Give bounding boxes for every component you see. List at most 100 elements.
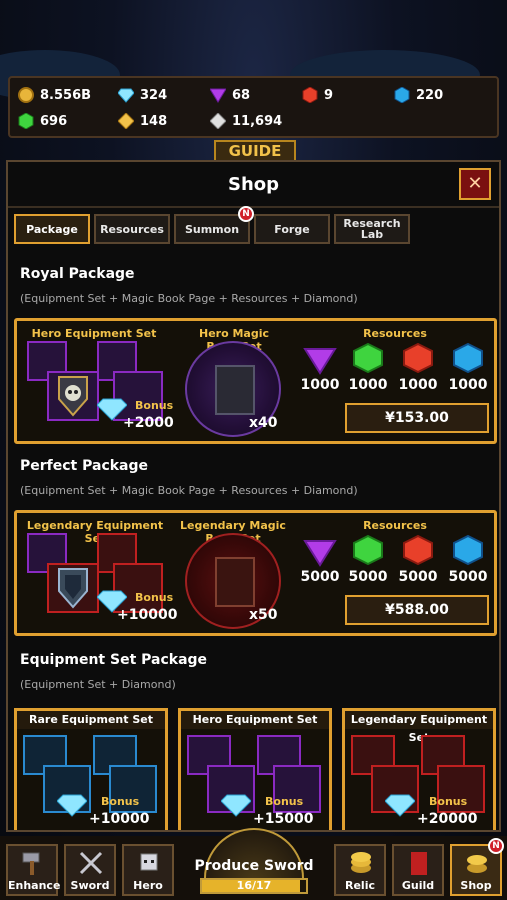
rare-equipment-label: Rare Equipment Set — [17, 711, 165, 729]
nav-shop-label: Shop — [460, 879, 492, 892]
green-gem-icon — [351, 342, 385, 374]
resource-row-2: 696 148 11,694 — [18, 108, 489, 134]
purple-gem-icon — [303, 345, 337, 375]
royal-equip-label: Hero Equipment Set — [31, 327, 157, 340]
diamond-icon — [56, 793, 88, 821]
silver-gem-icon — [209, 112, 227, 130]
legendary-bonus-label: Bonus — [429, 795, 468, 808]
crossed-swords-icon — [79, 851, 103, 875]
produce-progress-bar: 16/17 — [200, 878, 308, 894]
gold-value: 8.556B — [40, 87, 92, 103]
rare-bonus-label: Bonus — [101, 795, 140, 808]
perfect-green-amount: 5000 — [348, 569, 388, 585]
red-gem-icon — [401, 534, 435, 566]
perfect-purple-amount: 5000 — [300, 569, 340, 585]
tab-package[interactable]: Package — [14, 214, 90, 244]
shop-coins-icon — [467, 855, 487, 873]
yellow-gem-counter: 148 — [117, 112, 210, 130]
resource-bar: 8.556B 324 68 9 220 696 148 11,694 — [8, 76, 499, 138]
produce-sword-button[interactable]: Produce Sword 16/17 — [190, 828, 318, 900]
perfect-package-subtitle: (Equipment Set + Magic Book Page + Resou… — [20, 484, 358, 497]
perfect-price-button[interactable]: ¥588.00 — [345, 595, 489, 625]
close-button[interactable]: ✕ — [459, 168, 491, 200]
royal-red-amount: 1000 — [398, 377, 438, 393]
rare-equipment-card[interactable]: Rare Equipment Set Bonus +10000 — [14, 708, 168, 830]
red-gem-icon — [401, 342, 435, 374]
nav-guild[interactable]: Guild — [392, 844, 444, 896]
royal-green-amount: 1000 — [348, 377, 388, 393]
blue-gem-icon — [451, 534, 485, 566]
green-gem-icon — [351, 534, 385, 566]
purple-gem-icon — [303, 537, 337, 567]
nav-hero-label: Hero — [133, 879, 163, 892]
perfect-book-count: x50 — [249, 607, 278, 623]
nav-hero[interactable]: Hero — [122, 844, 174, 896]
perfect-package-title: Perfect Package — [20, 458, 149, 474]
shop-panel: Shop ✕ Package Resources Summon N Forge … — [6, 160, 501, 832]
royal-resources-label: Resources — [363, 327, 427, 340]
hero-helmet-icon — [140, 853, 158, 871]
equipment-set-title: Equipment Set Package — [20, 652, 208, 668]
purple-gem-value: 68 — [232, 87, 251, 103]
royal-price-button[interactable]: ¥153.00 — [345, 403, 489, 433]
hero-equipment-label: Hero Equipment Set — [181, 711, 329, 729]
produce-progress-text: 16/17 — [236, 879, 272, 892]
gold-coin-icon — [18, 87, 34, 103]
shop-title: Shop — [227, 174, 280, 195]
nav-sword[interactable]: Sword — [64, 844, 116, 896]
relic-coins-icon — [351, 852, 371, 873]
diamond-icon — [384, 793, 416, 821]
royal-package-card[interactable]: Hero Equipment Set Bonus +2000 Hero Magi… — [14, 318, 497, 444]
book-cover — [215, 365, 255, 415]
book-cover — [215, 557, 255, 607]
legendary-equipment-card[interactable]: Legendary Equipment Set Bonus +20000 — [342, 708, 496, 830]
perfect-bonus-label: Bonus — [135, 591, 174, 604]
nav-relic[interactable]: Relic — [334, 844, 386, 896]
royal-bonus-value: +2000 — [123, 415, 174, 431]
guild-banner-icon — [411, 852, 427, 875]
royal-book-count: x40 — [249, 415, 278, 431]
yellow-gem-icon — [117, 112, 135, 130]
perfect-blue-amount: 5000 — [448, 569, 488, 585]
hero-bonus-label: Bonus — [265, 795, 304, 808]
legendary-bonus-value: +20000 — [417, 811, 478, 827]
resource-row-1: 8.556B 324 68 9 220 — [18, 82, 489, 108]
blue-gem-icon — [451, 342, 485, 374]
royal-blue-amount: 1000 — [448, 377, 488, 393]
perfect-package-card[interactable]: Legendary Equipment Set Bonus +10000 Leg… — [14, 510, 497, 636]
hero-equipment-card[interactable]: Hero Equipment Set Bonus +15000 — [178, 708, 332, 830]
diamond-icon — [220, 793, 252, 821]
blue-gem-value: 220 — [416, 87, 444, 103]
gold-counter: 8.556B — [18, 87, 118, 103]
shop-tabs: Package Resources Summon N Forge Researc… — [14, 206, 410, 244]
nav-shop[interactable]: Shop N — [450, 838, 504, 896]
purple-gem-counter: 68 — [209, 87, 302, 103]
nav-sword-label: Sword — [70, 879, 110, 892]
guide-tab[interactable]: GUIDE — [214, 140, 296, 162]
hammer-icon — [22, 852, 40, 875]
silver-counter: 11,694 — [209, 112, 282, 130]
produce-sword-label: Produce Sword — [194, 858, 314, 874]
shop-header: Shop ✕ — [8, 162, 499, 208]
green-gem-counter: 696 — [18, 112, 118, 130]
tab-summon[interactable]: Summon N — [174, 206, 254, 244]
tab-research-lab[interactable]: Research Lab — [334, 214, 410, 244]
blue-gem-counter: 220 — [394, 86, 444, 104]
diamond-icon — [117, 87, 135, 103]
blue-gem-icon — [394, 86, 410, 104]
perfect-red-amount: 5000 — [398, 569, 438, 585]
perfect-bonus-value: +10000 — [117, 607, 178, 623]
nav-relic-label: Relic — [345, 879, 375, 892]
red-gem-icon — [302, 86, 318, 104]
perfect-resources-label: Resources — [363, 519, 427, 532]
royal-package-title: Royal Package — [20, 266, 135, 282]
nav-enhance[interactable]: Enhance — [6, 844, 60, 896]
diamond-value: 324 — [140, 87, 168, 103]
shield-icon — [47, 563, 99, 613]
tab-forge[interactable]: Forge — [254, 214, 330, 244]
legendary-equipment-label: Legendary Equipment Set — [345, 711, 493, 744]
night-sky-background — [0, 0, 507, 100]
tab-resources[interactable]: Resources — [94, 214, 170, 244]
royal-package-subtitle: (Equipment Set + Magic Book Page + Resou… — [20, 292, 358, 305]
green-gem-value: 696 — [40, 113, 68, 129]
